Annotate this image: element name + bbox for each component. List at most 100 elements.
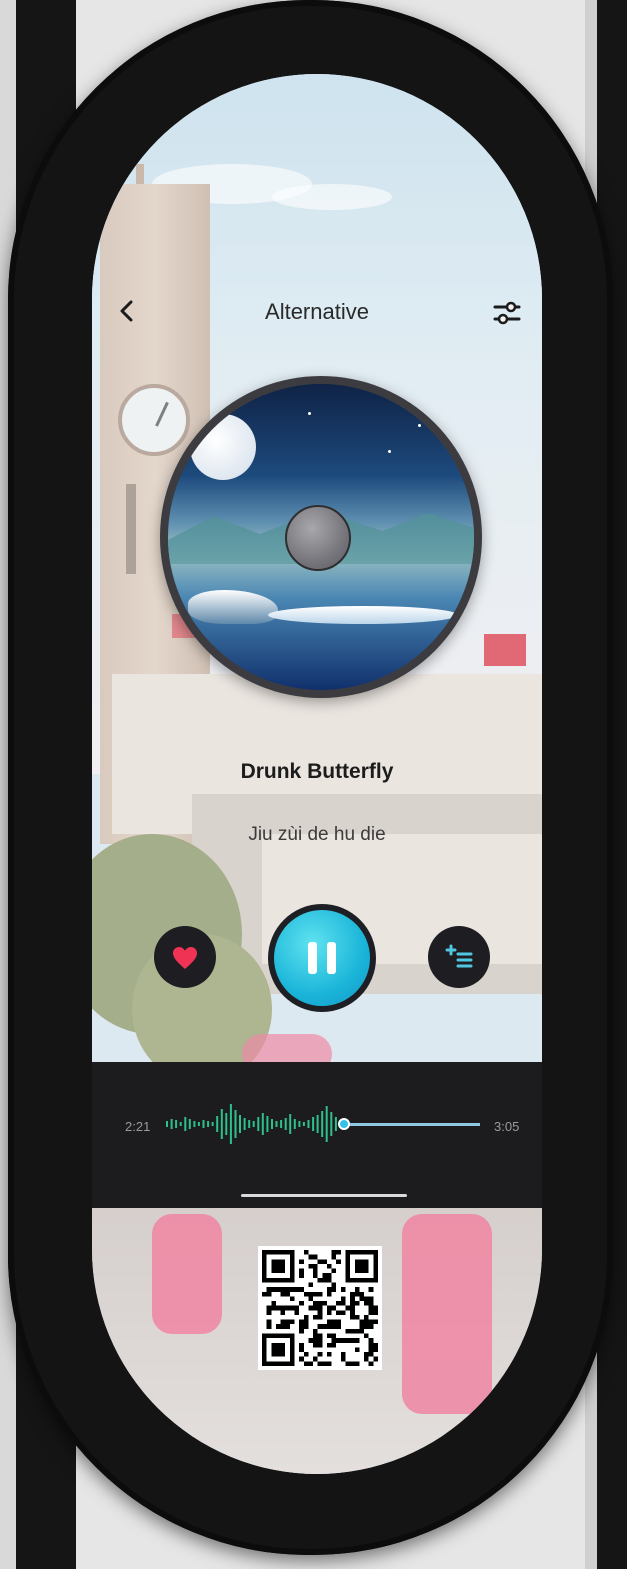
back-button[interactable] [112, 296, 142, 326]
waveform-progress[interactable] [166, 1092, 344, 1156]
qr-module [368, 1342, 374, 1348]
qr-module [313, 1301, 318, 1306]
qr-module [313, 1263, 318, 1269]
qr-module [345, 1305, 351, 1311]
qr-module [326, 1287, 332, 1292]
progress-track[interactable] [342, 1123, 480, 1126]
settings-button[interactable] [490, 296, 524, 330]
qr-module [317, 1314, 323, 1320]
qr-module [303, 1361, 309, 1366]
qr-module [326, 1342, 332, 1348]
qr-module [326, 1333, 332, 1339]
qr-module [285, 1319, 290, 1325]
qr-module [336, 1250, 341, 1255]
waveform-bar [252, 1121, 255, 1127]
waveform-bar [197, 1122, 200, 1126]
waveform-bar [298, 1121, 301, 1127]
qr-module [266, 1305, 272, 1311]
qr-module [373, 1342, 378, 1348]
qr-module [266, 1287, 272, 1292]
pause-icon-bar [308, 942, 317, 974]
album-disc [160, 376, 482, 698]
qr-module [368, 1305, 374, 1311]
qr-module [285, 1287, 290, 1292]
qr-module [308, 1361, 314, 1366]
qr-module [373, 1319, 378, 1325]
song-title: Drunk Butterfly [240, 760, 394, 783]
qr-module [317, 1259, 323, 1264]
pause-icon-bar [327, 942, 336, 974]
qr-module [313, 1314, 318, 1320]
waveform-bar [211, 1122, 214, 1126]
progress-thumb[interactable] [338, 1118, 350, 1130]
qr-module [368, 1352, 374, 1357]
qr-module [275, 1324, 281, 1329]
qr-module [364, 1296, 369, 1302]
star [308, 412, 311, 415]
qr-module [275, 1305, 281, 1311]
sliders-icon [493, 301, 521, 325]
qr-module [322, 1277, 327, 1283]
qr-module [322, 1259, 327, 1264]
qr-module [313, 1356, 318, 1362]
qr-module [364, 1352, 369, 1357]
qr-module [280, 1287, 286, 1292]
qr-module [317, 1324, 323, 1329]
qr-module [308, 1305, 314, 1311]
qr-module [368, 1338, 374, 1343]
qr-module [280, 1324, 286, 1329]
qr-module [331, 1324, 337, 1329]
qr-module [308, 1263, 314, 1269]
qr-module [345, 1338, 351, 1343]
waveform-bar [243, 1118, 246, 1130]
waveform-bar [239, 1115, 241, 1133]
pause-button[interactable] [268, 904, 376, 1012]
waveform-bar [293, 1119, 296, 1129]
qr-module [350, 1361, 355, 1366]
qr-module [326, 1291, 332, 1297]
qr-module [271, 1342, 286, 1357]
qr-module [359, 1291, 365, 1297]
qr-module [303, 1291, 309, 1297]
qr-module [364, 1314, 369, 1320]
qr-module [280, 1319, 286, 1325]
qr-module [350, 1338, 355, 1343]
chevron-left-icon [120, 300, 133, 322]
qr-module [326, 1263, 332, 1269]
qr-module [285, 1291, 290, 1297]
add-to-queue-button[interactable] [428, 926, 490, 988]
qr-module [368, 1324, 374, 1329]
qr-module [317, 1277, 323, 1283]
qr-module [299, 1273, 304, 1278]
qr-module [299, 1356, 304, 1362]
qr-module [359, 1328, 365, 1334]
qr-module [308, 1254, 314, 1260]
qr-module [313, 1342, 318, 1348]
qr-module [299, 1342, 304, 1348]
current-time: 2:21 [125, 1119, 151, 1134]
waveform-bar [234, 1110, 237, 1138]
qr-module [308, 1338, 314, 1343]
like-button[interactable] [154, 926, 216, 988]
waveform-bar [312, 1117, 315, 1131]
qr-module [271, 1305, 276, 1311]
qr-module [326, 1277, 332, 1283]
qr-module [303, 1314, 309, 1320]
qr-module [317, 1352, 323, 1357]
total-time: 3:05 [494, 1119, 520, 1134]
qr-module [266, 1310, 272, 1315]
qr-module [345, 1328, 351, 1334]
qr-module [368, 1287, 374, 1292]
waveform-bar [257, 1117, 260, 1131]
qr-module [368, 1319, 374, 1325]
waveform-bar [216, 1116, 219, 1132]
qr-module [322, 1273, 327, 1278]
star [418, 424, 421, 427]
qr-module [373, 1347, 378, 1353]
qr-module [336, 1319, 341, 1325]
qr-code [258, 1246, 382, 1370]
qr-module [289, 1319, 295, 1325]
qr-module [280, 1310, 286, 1315]
qr-module [364, 1333, 369, 1339]
qr-module [322, 1361, 327, 1366]
